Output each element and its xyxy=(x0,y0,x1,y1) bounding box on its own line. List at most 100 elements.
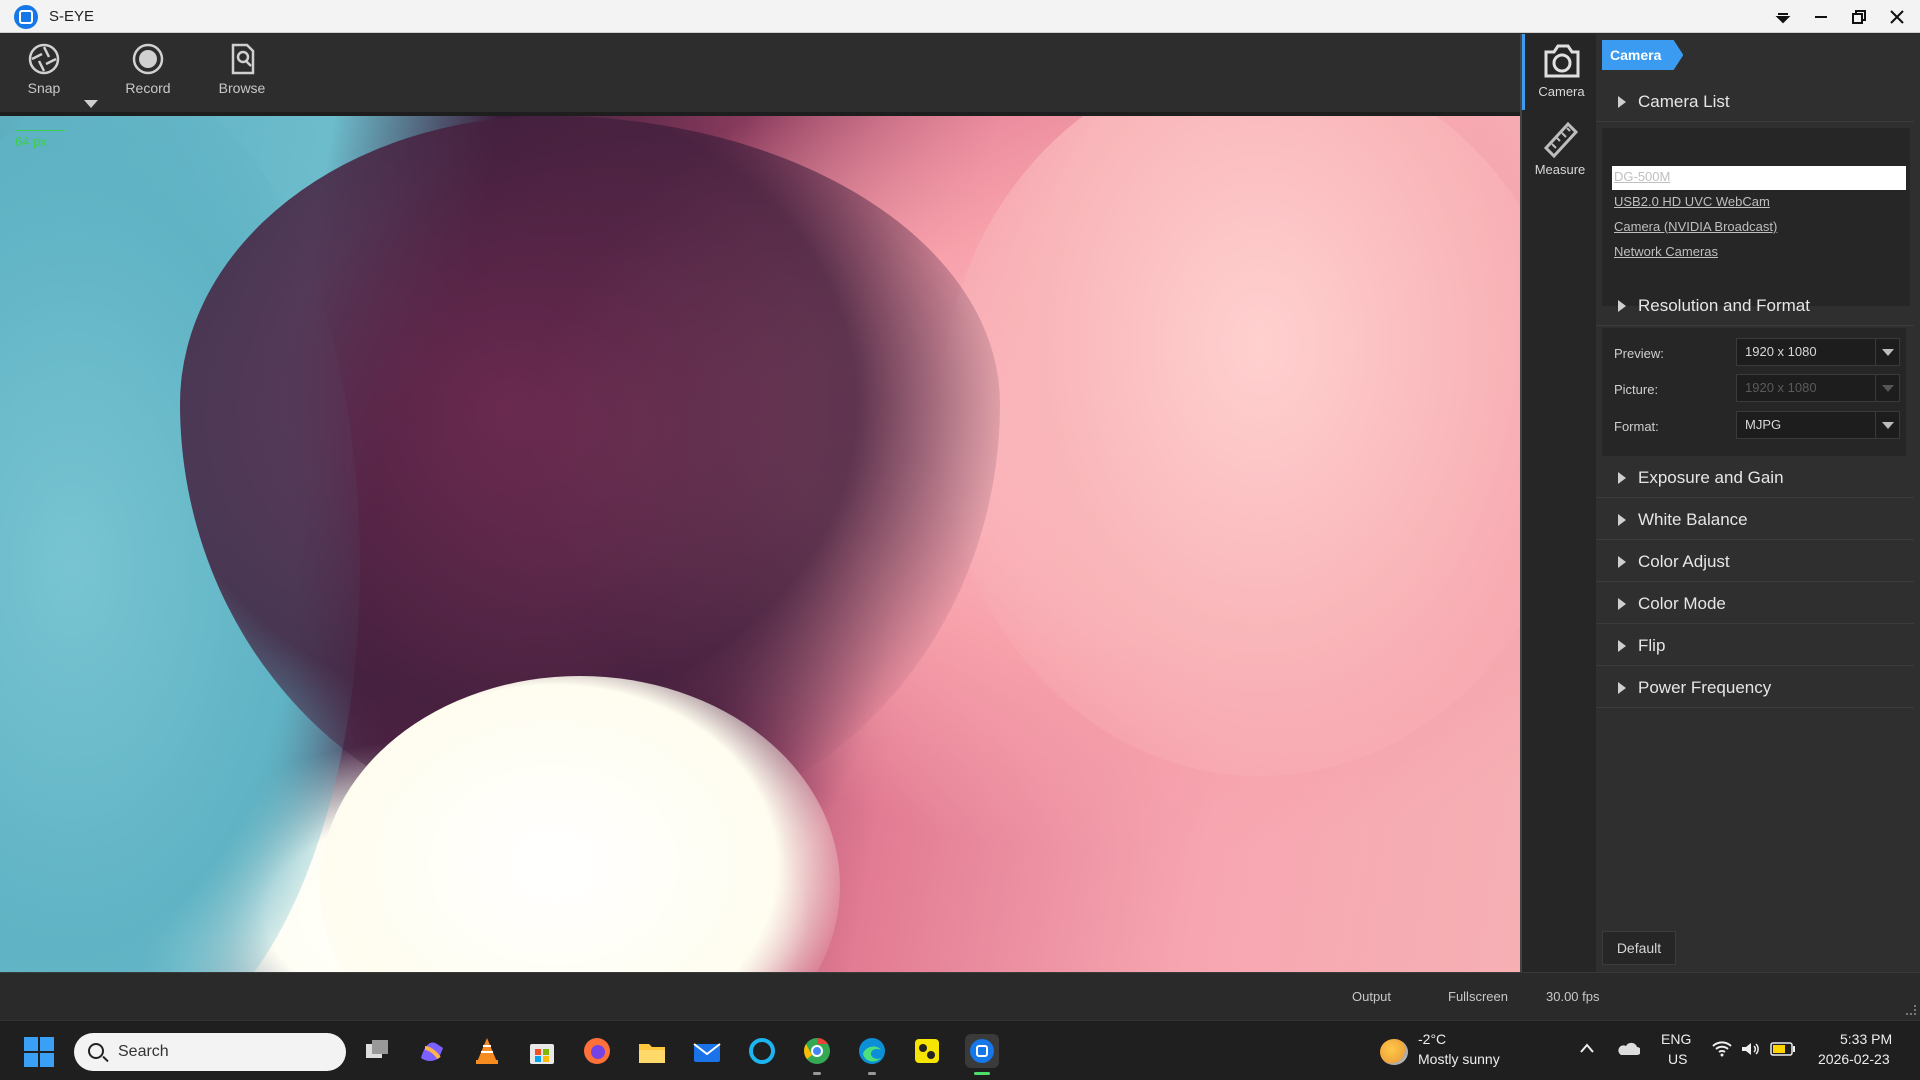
output-button[interactable]: Output xyxy=(1352,989,1391,1004)
close-icon[interactable] xyxy=(1878,0,1916,33)
firefox-icon[interactable] xyxy=(580,1034,614,1068)
copilot-icon[interactable] xyxy=(415,1034,449,1068)
windows-start-icon[interactable] xyxy=(24,1037,54,1067)
fullscreen-button[interactable]: Fullscreen xyxy=(1448,989,1508,1004)
running-indicator xyxy=(813,1072,821,1075)
section-title: Resolution and Format xyxy=(1638,296,1810,315)
expand-icon xyxy=(1618,96,1626,108)
expand-icon xyxy=(1618,556,1626,568)
yellow-app-icon[interactable] xyxy=(910,1034,944,1068)
nav-camera[interactable]: Camera xyxy=(1522,34,1598,110)
restore-icon[interactable] xyxy=(1840,0,1878,33)
cortana-icon[interactable] xyxy=(745,1034,779,1068)
select-value: 1920 x 1080 xyxy=(1745,344,1817,359)
camera-icon xyxy=(1544,44,1579,78)
wifi-icon[interactable] xyxy=(1712,1041,1732,1057)
toolbar: Snap Record Browse xyxy=(0,34,1520,112)
weather-temp[interactable]: -2°C xyxy=(1418,1031,1446,1047)
s-eye-icon[interactable] xyxy=(965,1034,999,1075)
preview-image-region xyxy=(940,116,1520,776)
browse-icon xyxy=(231,43,255,75)
clock-time[interactable]: 5:33 PM xyxy=(1840,1031,1892,1047)
expand-icon xyxy=(1618,598,1626,610)
task-view-icon[interactable] xyxy=(360,1034,394,1068)
status-bar: Output Fullscreen 30.00 fps xyxy=(0,972,1920,1020)
snap-button[interactable]: Snap xyxy=(4,42,84,106)
vlc-icon[interactable] xyxy=(470,1034,504,1068)
battery-icon[interactable] xyxy=(1770,1042,1796,1056)
weather-icon[interactable] xyxy=(1380,1039,1408,1065)
section-title: Camera List xyxy=(1638,92,1730,111)
camera-item[interactable]: Camera (NVIDIA Broadcast) xyxy=(1614,219,1777,234)
chevron-down-icon xyxy=(1875,339,1899,365)
scale-label: 64 px xyxy=(15,134,47,149)
default-button[interactable]: Default xyxy=(1602,931,1676,965)
preview-label: Preview: xyxy=(1614,346,1664,361)
expand-icon xyxy=(1618,472,1626,484)
region-indicator[interactable]: US xyxy=(1668,1051,1687,1067)
record-button[interactable]: Record xyxy=(108,42,188,106)
select-value: MJPG xyxy=(1745,417,1782,432)
expand-icon xyxy=(1618,682,1626,694)
section-power-frequency[interactable]: Power Frequency xyxy=(1596,668,1914,708)
panel-tab-camera[interactable]: Camera xyxy=(1602,40,1684,70)
chevron-up-icon[interactable] xyxy=(1580,1043,1594,1053)
app-logo-icon xyxy=(14,5,38,29)
collapse-icon[interactable] xyxy=(1764,0,1802,33)
section-title: Color Mode xyxy=(1638,594,1726,613)
browse-label: Browse xyxy=(218,80,266,96)
clock-date[interactable]: 2026-02-23 xyxy=(1818,1051,1890,1067)
format-select[interactable]: MJPG xyxy=(1736,411,1900,439)
running-indicator xyxy=(974,1072,990,1075)
section-exposure-gain[interactable]: Exposure and Gain xyxy=(1596,458,1914,498)
nav-measure[interactable]: Measure xyxy=(1522,112,1598,188)
minimize-icon[interactable] xyxy=(1802,0,1840,33)
nav-camera-label: Camera xyxy=(1538,84,1585,99)
camera-list: DG-500M USB2.0 HD UVC WebCam Camera (NVI… xyxy=(1602,128,1910,306)
section-resolution-format[interactable]: Resolution and Format xyxy=(1596,286,1914,326)
chrome-icon[interactable] xyxy=(800,1034,834,1075)
picture-label: Picture: xyxy=(1614,382,1659,397)
preview-resolution-select[interactable]: 1920 x 1080 xyxy=(1736,338,1900,366)
nav-measure-label: Measure xyxy=(1534,162,1586,177)
camera-preview[interactable]: 64 px xyxy=(0,112,1520,972)
section-camera-list[interactable]: Camera List xyxy=(1596,82,1914,122)
expand-icon xyxy=(1618,640,1626,652)
camera-item[interactable]: DG-500M xyxy=(1614,169,1670,184)
section-color-mode[interactable]: Color Mode xyxy=(1596,584,1914,624)
weather-desc[interactable]: Mostly sunny xyxy=(1418,1051,1500,1067)
file-explorer-icon[interactable] xyxy=(635,1034,669,1068)
camera-shutter-icon xyxy=(28,43,60,75)
section-flip[interactable]: Flip xyxy=(1596,626,1914,666)
section-title: Exposure and Gain xyxy=(1638,468,1784,487)
onedrive-icon[interactable] xyxy=(1618,1041,1640,1057)
search-placeholder: Search xyxy=(118,1043,169,1060)
store-icon[interactable] xyxy=(525,1034,559,1068)
format-label: Format: xyxy=(1614,419,1659,434)
scale-bar xyxy=(15,130,65,131)
resolution-format-box: Preview: 1920 x 1080 Picture: 1920 x 108… xyxy=(1602,328,1906,456)
select-value: 1920 x 1080 xyxy=(1745,380,1817,395)
mail-icon[interactable] xyxy=(690,1034,724,1068)
language-indicator[interactable]: ENG xyxy=(1661,1031,1691,1047)
edge-icon[interactable] xyxy=(855,1034,889,1075)
snap-dropdown-icon[interactable] xyxy=(84,100,98,108)
section-color-adjust[interactable]: Color Adjust xyxy=(1596,542,1914,582)
volume-icon[interactable] xyxy=(1740,1041,1760,1057)
window-title: S-EYE xyxy=(49,8,95,25)
camera-item[interactable]: USB2.0 HD UVC WebCam xyxy=(1614,194,1770,209)
snap-label: Snap xyxy=(27,80,61,96)
expand-icon xyxy=(1618,300,1626,312)
chevron-down-icon xyxy=(1875,412,1899,438)
chevron-down-icon xyxy=(1875,375,1899,401)
resize-grip-icon[interactable] xyxy=(1906,1005,1916,1015)
expand-icon xyxy=(1618,514,1626,526)
taskbar-search[interactable]: Search xyxy=(74,1033,346,1071)
taskbar: Search -2°C Mostly sunny ENG US 5:33 PM … xyxy=(0,1020,1920,1080)
section-white-balance[interactable]: White Balance xyxy=(1596,500,1914,540)
section-title: Power Frequency xyxy=(1638,678,1772,697)
camera-item[interactable]: Network Cameras xyxy=(1614,244,1718,259)
record-label: Record xyxy=(125,80,171,96)
section-title: White Balance xyxy=(1638,510,1748,529)
browse-button[interactable]: Browse xyxy=(202,42,282,106)
